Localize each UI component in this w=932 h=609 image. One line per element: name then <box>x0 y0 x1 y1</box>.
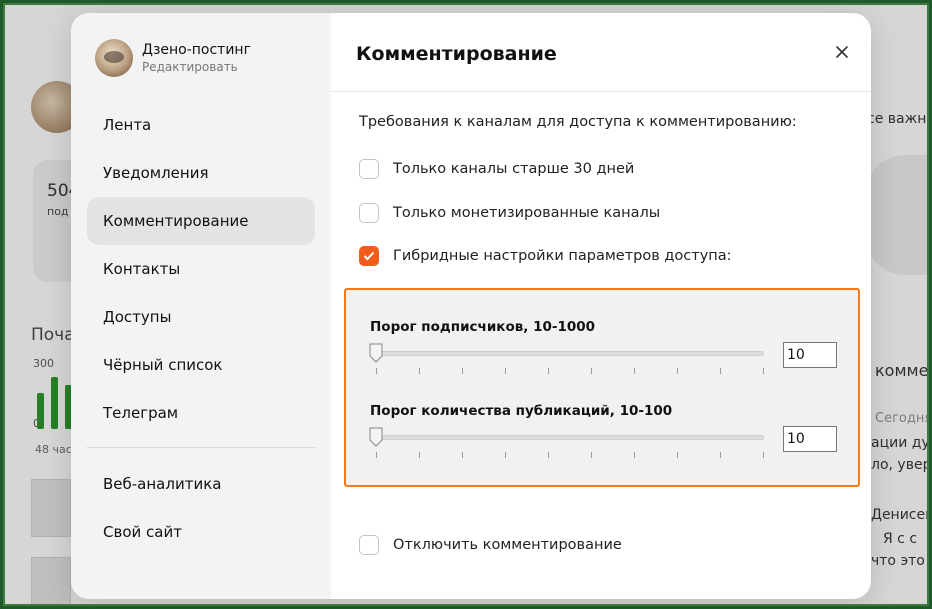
hybrid-settings-panel: Порог подписчиков, 10-1000 10 Порог коли… <box>344 288 860 487</box>
option-older-30-days[interactable]: Только каналы старше 30 дней <box>359 159 634 179</box>
slider-tick <box>634 368 635 374</box>
channel-name: Дзено-постинг <box>142 42 251 58</box>
sidebar-item-commenting[interactable]: Комментирование <box>87 197 315 245</box>
sidebar-item-notifications[interactable]: Уведомления <box>87 149 315 197</box>
slider-tick <box>548 368 549 374</box>
sidebar-item-access[interactable]: Доступы <box>87 293 315 341</box>
settings-sidebar: Дзено-постинг Редактировать Лента Уведом… <box>71 13 331 599</box>
slider-tick <box>591 452 592 458</box>
option-monetized-only[interactable]: Только монетизированные каналы <box>359 203 660 223</box>
channel-profile[interactable]: Дзено-постинг Редактировать <box>95 39 251 77</box>
slider-tick <box>462 452 463 458</box>
slider-tick <box>419 368 420 374</box>
settings-modal: Дзено-постинг Редактировать Лента Уведом… <box>71 13 871 599</box>
slider-tick <box>634 452 635 458</box>
requirements-label: Требования к каналам для доступа к комме… <box>359 114 797 130</box>
disable-comments-label: Отключить комментирование <box>393 537 622 553</box>
edit-profile-link[interactable]: Редактировать <box>142 59 251 75</box>
avatar <box>95 39 133 77</box>
page-title: Комментирование <box>356 43 557 65</box>
slider-tick <box>376 452 377 458</box>
publications-slider-ticks <box>376 452 764 460</box>
publications-slider-thumb[interactable] <box>369 427 383 447</box>
subscribers-slider-thumb[interactable] <box>369 343 383 363</box>
sidebar-item-blacklist[interactable]: Чёрный список <box>87 341 315 389</box>
older-30-days-checkbox[interactable] <box>359 159 379 179</box>
settings-content: Комментирование Требования к каналам для… <box>331 13 871 599</box>
option-hybrid-settings[interactable]: Гибридные настройки параметров доступа: <box>359 246 732 266</box>
sidebar-item-own-site[interactable]: Свой сайт <box>87 508 315 556</box>
older-30-days-label: Только каналы старше 30 дней <box>393 161 635 177</box>
header-divider <box>331 91 871 92</box>
sidebar-item-web-analytics[interactable]: Веб-аналитика <box>87 460 315 508</box>
publications-threshold-label: Порог количества публикаций, 10-100 <box>370 403 673 419</box>
monetized-only-checkbox[interactable] <box>359 203 379 223</box>
hybrid-settings-label: Гибридные настройки параметров доступа: <box>393 248 732 264</box>
publications-slider-track[interactable] <box>376 435 764 440</box>
slider-tick <box>677 452 678 458</box>
slider-tick <box>591 368 592 374</box>
subscribers-slider-ticks <box>376 368 764 376</box>
slider-tick <box>763 368 764 374</box>
subscribers-threshold-label: Порог подписчиков, 10-1000 <box>370 319 596 335</box>
publications-threshold-input[interactable]: 10 <box>783 426 837 452</box>
hybrid-settings-checkbox[interactable] <box>359 246 379 266</box>
slider-tick <box>548 452 549 458</box>
close-button[interactable] <box>831 41 853 63</box>
checkmark-icon <box>363 251 375 261</box>
slider-tick <box>376 368 377 374</box>
slider-tick <box>505 452 506 458</box>
option-disable-comments[interactable]: Отключить комментирование <box>359 535 622 555</box>
slider-tick <box>677 368 678 374</box>
slider-tick <box>720 368 721 374</box>
slider-tick <box>462 368 463 374</box>
subscribers-threshold-input[interactable]: 10 <box>783 342 837 368</box>
slider-tick <box>720 452 721 458</box>
window-frame: 504 под Поча 300 0 48 часо се важн комме… <box>3 3 929 606</box>
monetized-only-label: Только монетизированные каналы <box>393 205 661 221</box>
disable-comments-checkbox[interactable] <box>359 535 379 555</box>
sidebar-item-telegram[interactable]: Телеграм <box>87 389 315 437</box>
slider-tick <box>419 452 420 458</box>
sidebar-item-contacts[interactable]: Контакты <box>87 245 315 293</box>
sidebar-divider <box>87 447 315 448</box>
slider-tick <box>763 452 764 458</box>
subscribers-slider-track[interactable] <box>376 351 764 356</box>
close-icon <box>836 46 848 58</box>
sidebar-item-feed[interactable]: Лента <box>87 101 315 149</box>
settings-menu: Лента Уведомления Комментирование Контак… <box>87 101 315 556</box>
slider-tick <box>505 368 506 374</box>
